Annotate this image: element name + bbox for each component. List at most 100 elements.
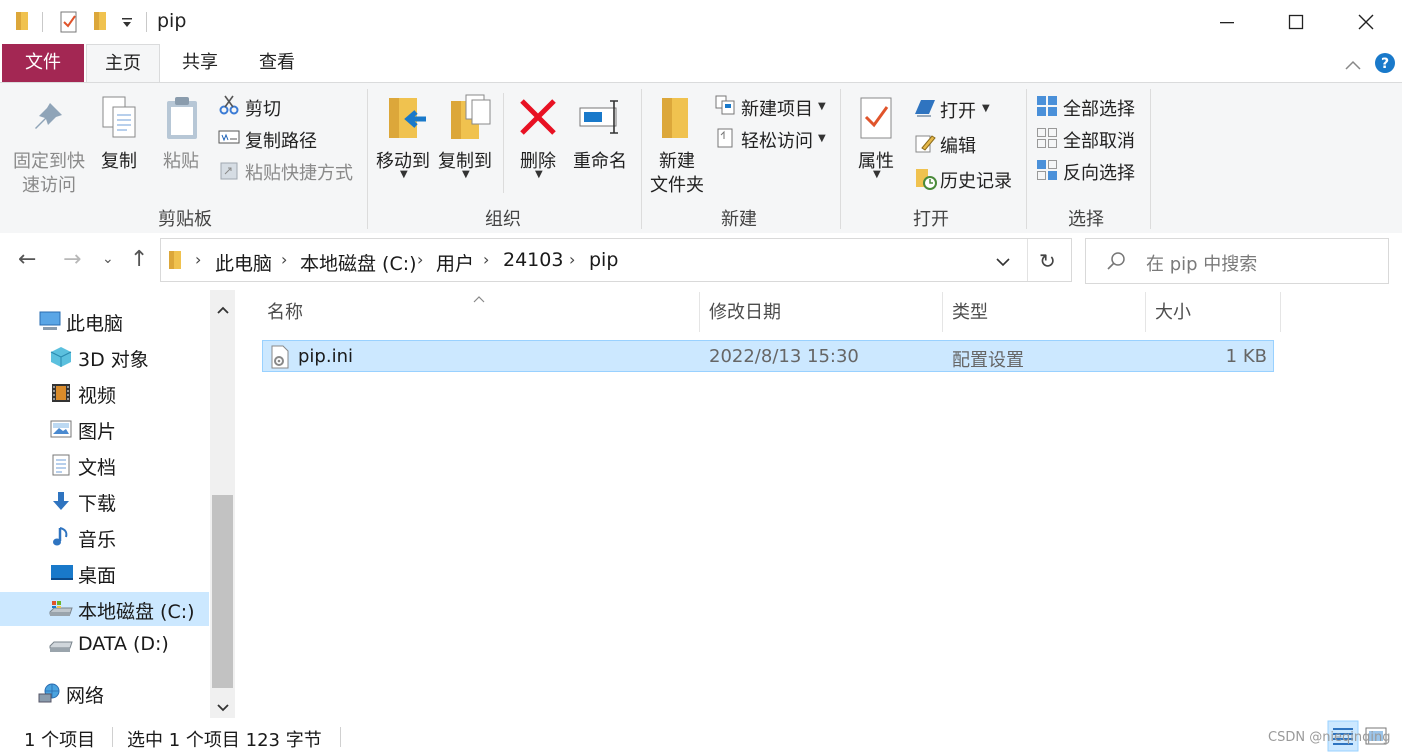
- refresh-icon[interactable]: ↻: [1039, 249, 1056, 273]
- rename-icon: [578, 97, 624, 141]
- network-icon: [38, 682, 60, 704]
- minimize-icon: [1220, 22, 1234, 24]
- copy-to-icon: [448, 93, 492, 145]
- help-icon[interactable]: ?: [1374, 52, 1396, 78]
- cut-button[interactable]: 剪切: [245, 95, 281, 121]
- tab-view[interactable]: 查看: [243, 44, 311, 82]
- column-header-name[interactable]: 名称: [267, 298, 303, 324]
- forward-arrow-icon[interactable]: →: [63, 247, 81, 272]
- history-icon: [914, 167, 938, 195]
- breadcrumb-chevron-icon[interactable]: ›: [483, 250, 489, 269]
- edit-button[interactable]: 编辑: [940, 132, 976, 158]
- pin-icon: [30, 99, 66, 139]
- history-button[interactable]: 历史记录: [940, 167, 1012, 193]
- paste-button[interactable]: 粘贴: [163, 147, 199, 173]
- nav-item-label: 此电脑: [66, 313, 124, 335]
- breadcrumb-user-folder[interactable]: 24103: [503, 249, 563, 271]
- breadcrumb-chevron-icon[interactable]: ›: [417, 250, 423, 269]
- nav-item-label: 桌面: [78, 565, 117, 587]
- paste-shortcut-icon: [220, 160, 238, 184]
- nav-item-pictures[interactable]: 图片: [0, 412, 209, 446]
- paste-shortcut-button[interactable]: 粘贴快捷方式: [245, 159, 353, 185]
- new-folder-label-2[interactable]: 文件夹: [650, 171, 704, 197]
- column-header-date-modified[interactable]: 修改日期: [709, 298, 781, 324]
- collapse-ribbon-chevron-icon[interactable]: [1344, 56, 1362, 75]
- invert-selection-button[interactable]: 反向选择: [1063, 159, 1135, 185]
- new-folder-label-1[interactable]: 新建: [659, 147, 695, 173]
- customize-quick-access-chevron-icon[interactable]: [120, 14, 134, 33]
- breadcrumb-chevron-icon[interactable]: ›: [195, 250, 201, 269]
- nav-item-label: 网络: [66, 685, 105, 707]
- new-item-icon: [714, 94, 736, 120]
- nav-item-label: 本地磁盘 (C:): [78, 601, 195, 623]
- nav-item-desktop[interactable]: 桌面: [0, 556, 209, 590]
- search-placeholder[interactable]: 在 pip 中搜索: [1146, 250, 1257, 276]
- group-label-new: 新建: [721, 209, 757, 230]
- ribbon-tab-bar: 文件 主页 共享 查看 ?: [0, 44, 1402, 83]
- column-header-size[interactable]: 大小: [1155, 298, 1191, 324]
- close-icon: [1358, 14, 1374, 30]
- tab-file[interactable]: 文件: [2, 44, 84, 82]
- breadcrumb-this-pc[interactable]: 此电脑: [215, 249, 272, 276]
- tab-share[interactable]: 共享: [166, 44, 234, 82]
- desktop-icon: [50, 562, 73, 584]
- search-box[interactable]: 在 pip 中搜索: [1085, 238, 1389, 284]
- file-modified: 2022/8/13 15:30: [709, 346, 859, 367]
- easy-access-button[interactable]: 轻松访问: [741, 127, 813, 153]
- up-arrow-icon[interactable]: ↑: [130, 247, 148, 272]
- new-folder-icon[interactable]: [92, 10, 110, 36]
- new-folder-large-icon: [658, 95, 694, 145]
- column-header-type[interactable]: 类型: [952, 298, 988, 324]
- nav-item-3d-objects[interactable]: 3D 对象: [0, 340, 209, 374]
- navigation-pane: 此电脑 3D 对象 视频 图片 文档 下载 音乐 桌面 本地磁盘 (C:) DA…: [0, 290, 235, 718]
- breadcrumb-pip[interactable]: pip: [589, 249, 618, 271]
- copy-path-icon: [218, 129, 240, 149]
- scroll-down-chevron-icon[interactable]: [216, 698, 230, 717]
- new-item-button[interactable]: 新建项目: [741, 95, 813, 121]
- back-arrow-icon[interactable]: ←: [18, 247, 36, 272]
- properties-icon: [858, 95, 894, 145]
- cube-icon: [50, 346, 72, 368]
- file-row[interactable]: pip.ini 2022/8/13 15:30 配置设置 1 KB: [262, 340, 1274, 372]
- minimize-button[interactable]: [1192, 0, 1262, 44]
- status-bar: 1 个项目 选中 1 个项目 123 字节: [0, 718, 1402, 755]
- close-button[interactable]: [1331, 0, 1401, 44]
- copy-path-button[interactable]: 复制路径: [245, 127, 317, 153]
- rename-button[interactable]: 重命名: [573, 147, 627, 173]
- address-bar[interactable]: › 此电脑 › 本地磁盘 (C:) › 用户 › 24103 › pip ↻: [160, 238, 1072, 282]
- open-icon: [913, 96, 937, 122]
- maximize-button[interactable]: [1261, 0, 1331, 44]
- scrollbar-thumb[interactable]: [212, 495, 233, 688]
- breadcrumb-chevron-icon[interactable]: ›: [281, 250, 287, 269]
- select-none-button[interactable]: 全部取消: [1063, 127, 1135, 153]
- breadcrumb-local-disk[interactable]: 本地磁盘 (C:): [300, 249, 417, 276]
- group-label-select: 选择: [1068, 209, 1104, 230]
- nav-item-music[interactable]: 音乐: [0, 520, 209, 554]
- pin-quick-access-label-1[interactable]: 固定到快: [13, 147, 85, 173]
- computer-icon: [38, 310, 61, 332]
- pin-quick-access-label-2[interactable]: 速访问: [22, 171, 76, 197]
- file-name[interactable]: pip.ini: [298, 346, 353, 367]
- nav-item-label: 图片: [78, 421, 117, 443]
- recent-locations-chevron-icon[interactable]: ⌄: [102, 251, 114, 267]
- nav-item-this-pc[interactable]: 此电脑: [0, 304, 209, 338]
- nav-item-videos[interactable]: 视频: [0, 376, 209, 410]
- address-history-chevron-icon[interactable]: [995, 253, 1011, 272]
- copy-button[interactable]: 复制: [101, 147, 137, 173]
- drive-c-icon: [48, 598, 73, 620]
- ribbon: 固定到快 速访问 复制 粘贴 剪切 复制路径 粘贴快捷方式 剪贴板 移动到 ▼ …: [0, 82, 1402, 234]
- nav-item-network[interactable]: 网络: [0, 676, 209, 710]
- paste-icon: [164, 95, 200, 145]
- tab-home[interactable]: 主页: [86, 44, 160, 83]
- nav-item-local-disk-c[interactable]: 本地磁盘 (C:): [0, 592, 209, 626]
- properties-check-icon[interactable]: [58, 10, 80, 38]
- svg-text:?: ?: [1381, 56, 1389, 72]
- nav-item-documents[interactable]: 文档: [0, 448, 209, 482]
- scroll-up-chevron-icon[interactable]: [216, 300, 230, 319]
- nav-item-data-d[interactable]: DATA (D:): [0, 628, 209, 662]
- select-all-button[interactable]: 全部选择: [1063, 95, 1135, 121]
- breadcrumb-chevron-icon[interactable]: ›: [569, 250, 575, 269]
- breadcrumb-users[interactable]: 用户: [436, 249, 474, 276]
- open-button[interactable]: 打开: [940, 97, 976, 123]
- nav-item-downloads[interactable]: 下载: [0, 484, 209, 518]
